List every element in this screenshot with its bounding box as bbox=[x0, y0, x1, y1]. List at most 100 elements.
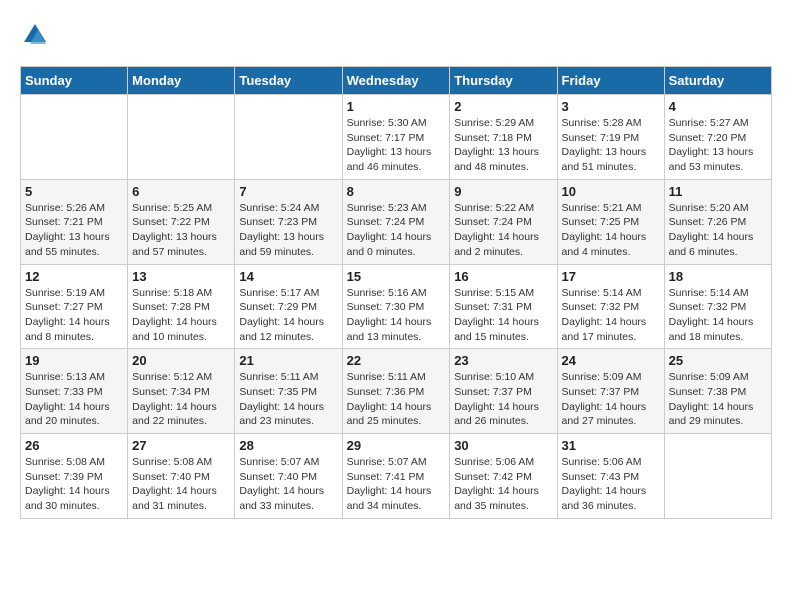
calendar-cell: 2 Sunrise: 5:29 AM Sunset: 7:18 PM Daylig… bbox=[450, 95, 557, 180]
day-info: Sunrise: 5:10 AM Sunset: 7:37 PM Dayligh… bbox=[454, 370, 552, 429]
calendar-cell: 3Sunrise: 5:28 AM Sunset: 7:19 PM Daylig… bbox=[557, 95, 664, 180]
calendar-cell: 11 Sunrise: 5:20 AM Sunset: 7:26 PM Dayli… bbox=[664, 179, 771, 264]
day-info: Sunrise: 5:19 AM Sunset: 7:27 PM Dayligh… bbox=[25, 286, 123, 345]
logo bbox=[20, 20, 54, 50]
calendar-week-5: 26 Sunrise: 5:08 AM Sunset: 7:39 PM Dayli… bbox=[21, 434, 772, 519]
day-header-saturday: Saturday bbox=[664, 67, 771, 95]
day-info: Sunrise: 5:29 AM Sunset: 7:18 PM Dayligh… bbox=[454, 116, 552, 175]
calendar-header-row: SundayMondayTuesdayWednesdayThursdayFrid… bbox=[21, 67, 772, 95]
calendar-cell: 20 Sunrise: 5:12 AM Sunset: 7:34 PM Dayli… bbox=[128, 349, 235, 434]
day-info: Sunrise: 5:26 AM Sunset: 7:21 PM Dayligh… bbox=[25, 201, 123, 260]
day-info: Sunrise: 5:13 AM Sunset: 7:33 PM Dayligh… bbox=[25, 370, 123, 429]
calendar-cell: 29 Sunrise: 5:07 AM Sunset: 7:41 PM Dayli… bbox=[342, 434, 450, 519]
day-header-tuesday: Tuesday bbox=[235, 67, 342, 95]
calendar-cell: 25 Sunrise: 5:09 AM Sunset: 7:38 PM Dayli… bbox=[664, 349, 771, 434]
calendar-cell bbox=[235, 95, 342, 180]
day-header-friday: Friday bbox=[557, 67, 664, 95]
calendar-week-2: 5 Sunrise: 5:26 AM Sunset: 7:21 PM Daylig… bbox=[21, 179, 772, 264]
calendar-week-3: 12 Sunrise: 5:19 AM Sunset: 7:27 PM Dayli… bbox=[21, 264, 772, 349]
day-number: 17 bbox=[562, 269, 660, 284]
day-number: 26 bbox=[25, 438, 123, 453]
day-info: Sunrise: 5:14 AM Sunset: 7:32 PM Dayligh… bbox=[669, 286, 767, 345]
day-info: Sunrise: 5:09 AM Sunset: 7:37 PM Dayligh… bbox=[562, 370, 660, 429]
day-info: Sunrise: 5:06 AM Sunset: 7:43 PM Dayligh… bbox=[562, 455, 660, 514]
day-number: 23 bbox=[454, 353, 552, 368]
day-info: Sunrise: 5:11 AM Sunset: 7:36 PM Dayligh… bbox=[347, 370, 446, 429]
day-info: Sunrise: 5:16 AM Sunset: 7:30 PM Dayligh… bbox=[347, 286, 446, 345]
day-info: Sunrise: 5:08 AM Sunset: 7:39 PM Dayligh… bbox=[25, 455, 123, 514]
day-number: 13 bbox=[132, 269, 230, 284]
day-header-monday: Monday bbox=[128, 67, 235, 95]
calendar-cell: 27 Sunrise: 5:08 AM Sunset: 7:40 PM Dayli… bbox=[128, 434, 235, 519]
calendar-cell: 21 Sunrise: 5:11 AM Sunset: 7:35 PM Dayli… bbox=[235, 349, 342, 434]
day-number: 7 bbox=[239, 184, 337, 199]
day-number: 31 bbox=[562, 438, 660, 453]
calendar-cell: 19 Sunrise: 5:13 AM Sunset: 7:33 PM Dayli… bbox=[21, 349, 128, 434]
day-info: Sunrise: 5:21 AM Sunset: 7:25 PM Dayligh… bbox=[562, 201, 660, 260]
day-number: 24 bbox=[562, 353, 660, 368]
day-number: 12 bbox=[25, 269, 123, 284]
day-number: 8 bbox=[347, 184, 446, 199]
day-number: 10 bbox=[562, 184, 660, 199]
calendar-cell: 4Sunrise: 5:27 AM Sunset: 7:20 PM Daylig… bbox=[664, 95, 771, 180]
calendar-cell: 22 Sunrise: 5:11 AM Sunset: 7:36 PM Dayli… bbox=[342, 349, 450, 434]
calendar-cell: 26 Sunrise: 5:08 AM Sunset: 7:39 PM Dayli… bbox=[21, 434, 128, 519]
day-info: Sunrise: 5:18 AM Sunset: 7:28 PM Dayligh… bbox=[132, 286, 230, 345]
calendar-cell: 14 Sunrise: 5:17 AM Sunset: 7:29 PM Dayli… bbox=[235, 264, 342, 349]
day-number: 21 bbox=[239, 353, 337, 368]
calendar-cell bbox=[128, 95, 235, 180]
day-number: 14 bbox=[239, 269, 337, 284]
day-number: 3 bbox=[562, 99, 660, 114]
calendar: SundayMondayTuesdayWednesdayThursdayFrid… bbox=[20, 66, 772, 519]
day-info: Sunrise: 5:25 AM Sunset: 7:22 PM Dayligh… bbox=[132, 201, 230, 260]
day-number: 11 bbox=[669, 184, 767, 199]
calendar-cell: 1Sunrise: 5:30 AM Sunset: 7:17 PM Daylig… bbox=[342, 95, 450, 180]
calendar-cell bbox=[664, 434, 771, 519]
calendar-cell: 13 Sunrise: 5:18 AM Sunset: 7:28 PM Dayli… bbox=[128, 264, 235, 349]
day-info: Sunrise: 5:07 AM Sunset: 7:41 PM Dayligh… bbox=[347, 455, 446, 514]
day-info: Sunrise: 5:11 AM Sunset: 7:35 PM Dayligh… bbox=[239, 370, 337, 429]
day-info: Sunrise: 5:06 AM Sunset: 7:42 PM Dayligh… bbox=[454, 455, 552, 514]
day-number: 29 bbox=[347, 438, 446, 453]
logo-icon bbox=[20, 20, 50, 50]
day-header-sunday: Sunday bbox=[21, 67, 128, 95]
day-info: Sunrise: 5:07 AM Sunset: 7:40 PM Dayligh… bbox=[239, 455, 337, 514]
day-info: Sunrise: 5:24 AM Sunset: 7:23 PM Dayligh… bbox=[239, 201, 337, 260]
calendar-week-1: 1Sunrise: 5:30 AM Sunset: 7:17 PM Daylig… bbox=[21, 95, 772, 180]
day-info: Sunrise: 5:23 AM Sunset: 7:24 PM Dayligh… bbox=[347, 201, 446, 260]
calendar-cell: 12 Sunrise: 5:19 AM Sunset: 7:27 PM Dayli… bbox=[21, 264, 128, 349]
calendar-cell: 24 Sunrise: 5:09 AM Sunset: 7:37 PM Dayli… bbox=[557, 349, 664, 434]
calendar-cell: 5 Sunrise: 5:26 AM Sunset: 7:21 PM Daylig… bbox=[21, 179, 128, 264]
day-number: 30 bbox=[454, 438, 552, 453]
day-number: 25 bbox=[669, 353, 767, 368]
day-info: Sunrise: 5:15 AM Sunset: 7:31 PM Dayligh… bbox=[454, 286, 552, 345]
day-number: 15 bbox=[347, 269, 446, 284]
day-info: Sunrise: 5:12 AM Sunset: 7:34 PM Dayligh… bbox=[132, 370, 230, 429]
day-info: Sunrise: 5:08 AM Sunset: 7:40 PM Dayligh… bbox=[132, 455, 230, 514]
day-number: 1 bbox=[347, 99, 446, 114]
day-number: 9 bbox=[454, 184, 552, 199]
calendar-cell: 7 Sunrise: 5:24 AM Sunset: 7:23 PM Daylig… bbox=[235, 179, 342, 264]
day-number: 4 bbox=[669, 99, 767, 114]
calendar-cell: 8 Sunrise: 5:23 AM Sunset: 7:24 PM Daylig… bbox=[342, 179, 450, 264]
calendar-cell: 30 Sunrise: 5:06 AM Sunset: 7:42 PM Dayli… bbox=[450, 434, 557, 519]
day-info: Sunrise: 5:09 AM Sunset: 7:38 PM Dayligh… bbox=[669, 370, 767, 429]
calendar-cell: 23 Sunrise: 5:10 AM Sunset: 7:37 PM Dayli… bbox=[450, 349, 557, 434]
day-number: 27 bbox=[132, 438, 230, 453]
calendar-cell: 10 Sunrise: 5:21 AM Sunset: 7:25 PM Dayli… bbox=[557, 179, 664, 264]
day-number: 20 bbox=[132, 353, 230, 368]
calendar-cell: 18Sunrise: 5:14 AM Sunset: 7:32 PM Dayli… bbox=[664, 264, 771, 349]
day-number: 5 bbox=[25, 184, 123, 199]
day-info: Sunrise: 5:20 AM Sunset: 7:26 PM Dayligh… bbox=[669, 201, 767, 260]
calendar-cell: 31 Sunrise: 5:06 AM Sunset: 7:43 PM Dayli… bbox=[557, 434, 664, 519]
day-info: Sunrise: 5:17 AM Sunset: 7:29 PM Dayligh… bbox=[239, 286, 337, 345]
calendar-cell: 16Sunrise: 5:15 AM Sunset: 7:31 PM Dayli… bbox=[450, 264, 557, 349]
day-number: 6 bbox=[132, 184, 230, 199]
day-number: 2 bbox=[454, 99, 552, 114]
calendar-cell: 17Sunrise: 5:14 AM Sunset: 7:32 PM Dayli… bbox=[557, 264, 664, 349]
page-header bbox=[20, 20, 772, 50]
day-number: 28 bbox=[239, 438, 337, 453]
calendar-cell: 15 Sunrise: 5:16 AM Sunset: 7:30 PM Dayli… bbox=[342, 264, 450, 349]
day-number: 19 bbox=[25, 353, 123, 368]
day-number: 22 bbox=[347, 353, 446, 368]
